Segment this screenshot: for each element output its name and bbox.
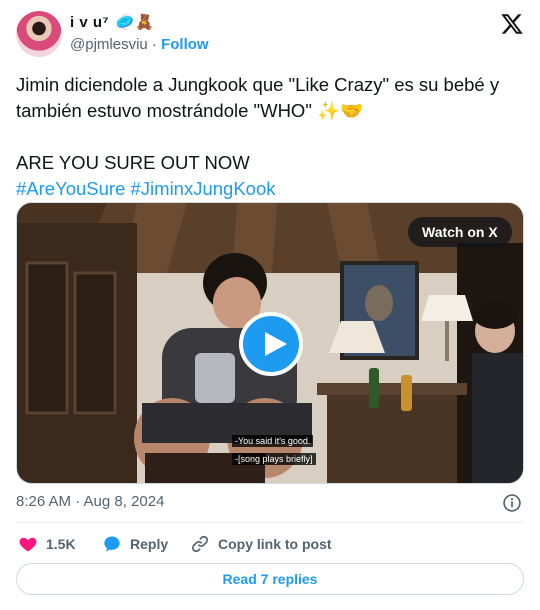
- tweet-text: Jimin diciendole a Jungkook que "Like Cr…: [16, 72, 526, 202]
- hashtag-link[interactable]: #JiminxJungKook: [131, 178, 276, 199]
- x-logo-icon[interactable]: [500, 12, 524, 36]
- tweet-text-line-2: ARE YOU SURE OUT NOW: [16, 152, 250, 173]
- handle-separator: ·: [151, 36, 157, 53]
- video-subtitle: -[song plays briefly]: [232, 453, 316, 465]
- author-name-text: i v u⁷: [70, 14, 110, 31]
- reply-bubble-icon: [104, 536, 120, 552]
- follow-button[interactable]: Follow: [161, 36, 209, 53]
- video-player[interactable]: Watch on X -You said it's good. -[song p…: [16, 202, 524, 484]
- tweet-text-line-1: Jimin diciendole a Jungkook que "Like Cr…: [16, 74, 500, 121]
- like-count: 1.5K: [46, 536, 76, 552]
- heart-icon: [19, 537, 37, 552]
- author-handle-row: @pjmlesviu · Follow: [70, 36, 209, 53]
- info-icon[interactable]: [502, 493, 522, 513]
- reply-label: Reply: [130, 536, 169, 552]
- hashtag-link[interactable]: #AreYouSure: [16, 178, 125, 199]
- author-handle[interactable]: @pjmlesviu: [70, 36, 148, 53]
- play-icon[interactable]: [239, 312, 303, 376]
- avatar[interactable]: [16, 11, 62, 57]
- author-name-emojis: 🥏🧸: [115, 14, 155, 31]
- read-replies-button[interactable]: Read 7 replies: [16, 563, 524, 595]
- reply-button[interactable]: Reply: [102, 533, 168, 555]
- copy-link-button[interactable]: Copy link to post: [190, 533, 332, 555]
- like-button[interactable]: 1.5K: [18, 533, 76, 555]
- copy-link-label: Copy link to post: [218, 536, 332, 552]
- post-timestamp[interactable]: 8:26 AM · Aug 8, 2024: [16, 493, 164, 510]
- watch-on-x-button[interactable]: Watch on X: [408, 217, 512, 247]
- link-icon: [191, 535, 209, 553]
- author-display-name[interactable]: i v u⁷ 🥏🧸: [70, 13, 154, 31]
- video-subtitle: -You said it's good.: [232, 435, 314, 447]
- divider: [16, 522, 524, 523]
- tweet-embed-card: i v u⁷ 🥏🧸 @pjmlesviu · Follow Jimin dici…: [0, 0, 540, 610]
- tweet-hashtags: #AreYouSure #JiminxJungKook: [16, 176, 526, 202]
